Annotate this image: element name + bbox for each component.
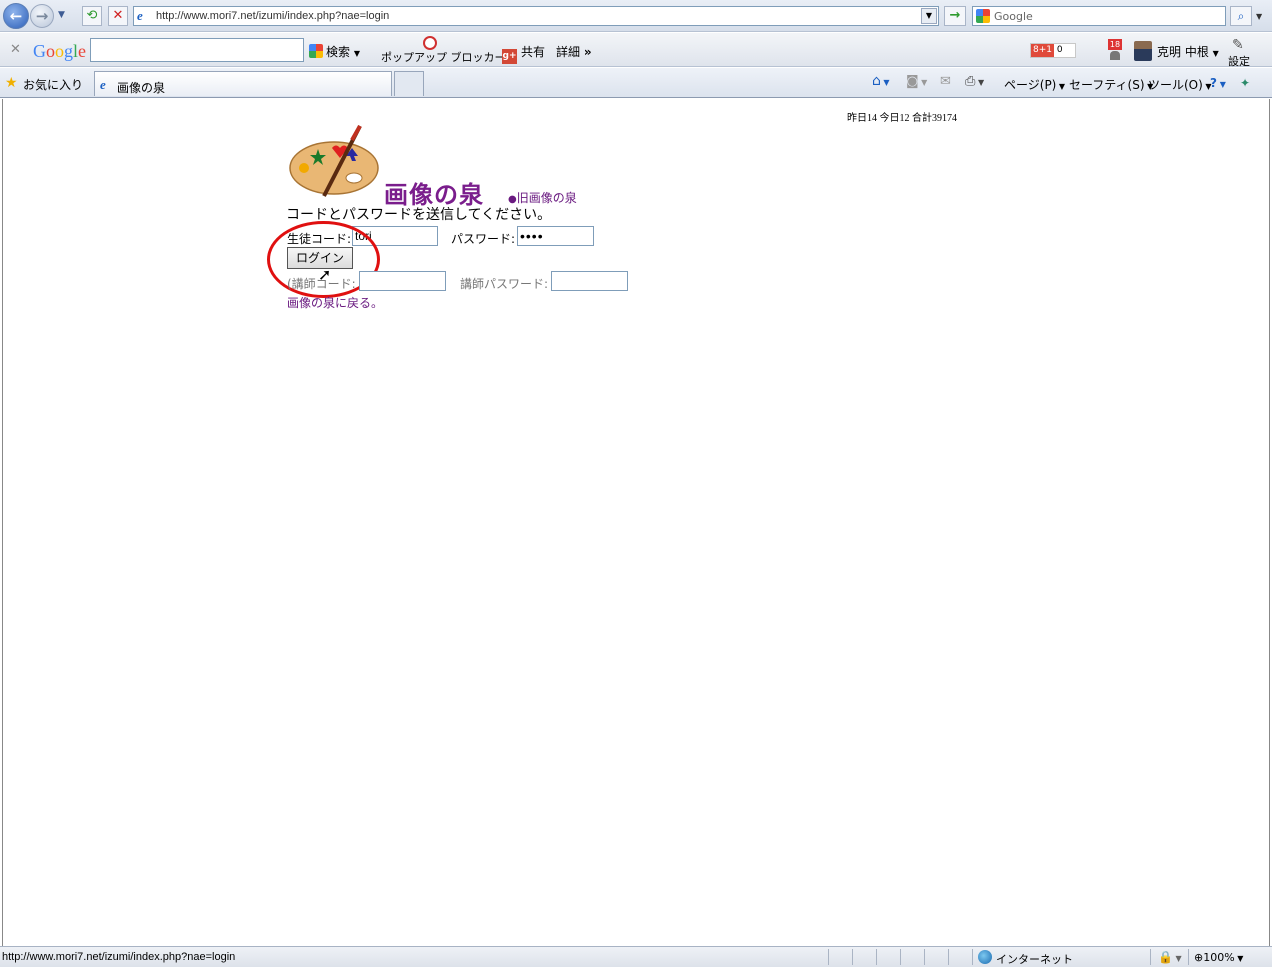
home-icon[interactable]: ⌂ ▼: [872, 73, 890, 89]
google-search-button[interactable]: 検索 ▼: [309, 43, 360, 60]
protected-mode-icon[interactable]: 🔒 ▼: [1158, 950, 1182, 964]
address-dropdown-icon[interactable]: ▼: [921, 8, 937, 24]
address-bar-row: ← → ▼ ⟲ ✕ e http://www.mori7.net/izumi/i…: [0, 0, 1272, 32]
toolbar-close-icon[interactable]: ✕: [10, 42, 21, 57]
plus-one-label: 8+1: [1031, 44, 1054, 57]
popup-blocker-label: ポップアップ ブロッカー: [381, 51, 506, 64]
plus-one-button[interactable]: 8+1 0: [1030, 43, 1076, 58]
history-dropdown-icon[interactable]: ▼: [58, 10, 65, 20]
refresh-button[interactable]: ⟲: [82, 6, 102, 26]
zoom-value: 100%: [1203, 951, 1235, 964]
dropdown-icon: ▼: [1056, 82, 1066, 91]
google-toolbar-search-input[interactable]: [90, 38, 304, 62]
feeds-icon[interactable]: ◙ ▼: [906, 74, 927, 89]
ie-page-icon: e: [100, 77, 106, 92]
wrench-icon: ✎: [1232, 37, 1244, 53]
visit-counter: 昨日14 今日12 合計39174: [847, 113, 957, 124]
teacher-password-input[interactable]: [551, 271, 628, 291]
address-input[interactable]: e http://www.mori7.net/izumi/index.php?n…: [133, 6, 939, 26]
dropdown-icon: ▼: [1234, 954, 1244, 963]
student-password-label: パスワード:: [451, 232, 516, 246]
search-button[interactable]: ⌕: [1230, 6, 1252, 26]
dropdown-icon: ▼: [353, 49, 360, 58]
palette-logo-icon: [289, 125, 379, 197]
status-divider: [900, 949, 901, 965]
teacher-code-input[interactable]: [359, 271, 446, 291]
avatar[interactable]: [1134, 41, 1152, 61]
page-menu-label: ページ(P): [1004, 78, 1057, 92]
back-to-site-link[interactable]: 画像の泉に戻る。: [287, 294, 383, 311]
google-search-provider-icon: [976, 9, 990, 23]
more-label: 詳細: [556, 45, 581, 59]
back-arrow-icon: ←: [9, 7, 23, 25]
globe-icon: [978, 950, 992, 964]
go-button[interactable]: →: [944, 6, 966, 26]
google-toolbar: ✕ Google 検索 ▼ ポップアップ ブロッカー ▼ g+ 共有 詳細 » 8…: [0, 33, 1272, 69]
dropdown-icon: ▼: [1212, 49, 1219, 58]
status-bar: http://www.mori7.net/izumi/index.php?nae…: [0, 946, 1272, 967]
status-divider: [924, 949, 925, 965]
share-button[interactable]: g+ 共有: [502, 43, 545, 64]
address-text: http://www.mori7.net/izumi/index.php?nae…: [156, 10, 390, 22]
user-name: 克明 中根: [1157, 45, 1209, 59]
settings-button[interactable]: ✎ 設定: [1228, 37, 1250, 69]
help-icon[interactable]: ? ▼: [1210, 76, 1226, 90]
user-menu[interactable]: 克明 中根 ▼: [1157, 43, 1219, 60]
status-divider: [876, 949, 877, 965]
zoom-icon: ⊕: [1194, 951, 1204, 964]
back-button[interactable]: ←: [3, 3, 29, 29]
zoom-level[interactable]: ⊕100% ▼: [1194, 951, 1243, 964]
status-divider: [948, 949, 949, 965]
stop-button[interactable]: ✕: [108, 6, 128, 26]
settings-label: 設定: [1228, 55, 1250, 68]
safety-menu-label: セーフティ(S): [1069, 78, 1145, 92]
student-password-input[interactable]: ••••: [517, 226, 594, 246]
share-label: 共有: [521, 45, 546, 59]
status-divider: [852, 949, 853, 965]
favorites-star-icon[interactable]: ★: [5, 75, 18, 91]
search-placeholder: Google: [994, 10, 1033, 23]
popup-blocker-button[interactable]: ポップアップ ブロッカー ▼: [381, 49, 515, 65]
search-options-dropdown-icon[interactable]: ▼: [1256, 12, 1262, 21]
status-divider: [972, 949, 973, 965]
tab-active[interactable]: e 画像の泉: [94, 71, 392, 96]
print-icon[interactable]: ⎙ ▼: [965, 74, 984, 89]
page-content: 昨日14 今日12 合計39174 画像の泉 ●旧画像の泉 コードとパスワードを…: [2, 99, 1270, 946]
magnifier-icon: ⌕: [1237, 9, 1245, 23]
status-url: http://www.mori7.net/izumi/index.php?nae…: [2, 951, 236, 963]
more-button[interactable]: 詳細 »: [556, 43, 592, 60]
google-logo: Google: [33, 41, 87, 61]
favorites-button[interactable]: お気に入り: [23, 76, 83, 93]
tools-menu[interactable]: ツール(O) ▼: [1148, 76, 1212, 93]
google-search-label: 検索: [326, 45, 351, 59]
tools-menu-label: ツール(O): [1148, 78, 1203, 92]
bell-icon: [1110, 51, 1120, 60]
status-divider: [1150, 949, 1151, 965]
security-zone: インターネット: [996, 953, 1073, 966]
research-icon[interactable]: ✦: [1240, 76, 1250, 90]
favorites-tab-row: ★ お気に入り e 画像の泉 ⌂ ▼ ◙ ▼ ✉ ⎙ ▼ ページ(P) ▼ セー…: [0, 68, 1272, 98]
plus-one-count: 0: [1056, 45, 1063, 55]
page-menu[interactable]: ページ(P) ▼: [1004, 76, 1065, 93]
status-divider: [828, 949, 829, 965]
google-plus-icon: g+: [502, 49, 517, 64]
forward-arrow-icon: →: [35, 7, 49, 25]
ie-page-icon: e: [137, 8, 143, 23]
notifications-button[interactable]: 18: [1108, 39, 1122, 61]
chevron-right-icon: »: [583, 45, 592, 59]
teacher-password-label: 講師パスワード:: [460, 277, 549, 291]
safety-menu[interactable]: セーフティ(S) ▼: [1069, 76, 1153, 93]
status-divider: [1188, 949, 1189, 965]
google-icon: [309, 44, 323, 58]
mail-icon[interactable]: ✉: [940, 74, 951, 89]
tab-title: 画像の泉: [117, 81, 166, 95]
forward-button[interactable]: →: [30, 4, 54, 28]
old-site-link-label: 旧画像の泉: [516, 191, 577, 205]
popup-blocker-icon: [423, 36, 437, 50]
teacher-code-label: (講師コード:: [287, 277, 356, 291]
notification-count: 18: [1108, 39, 1122, 50]
new-tab-button[interactable]: [394, 71, 424, 96]
search-input[interactable]: Google: [972, 6, 1226, 26]
